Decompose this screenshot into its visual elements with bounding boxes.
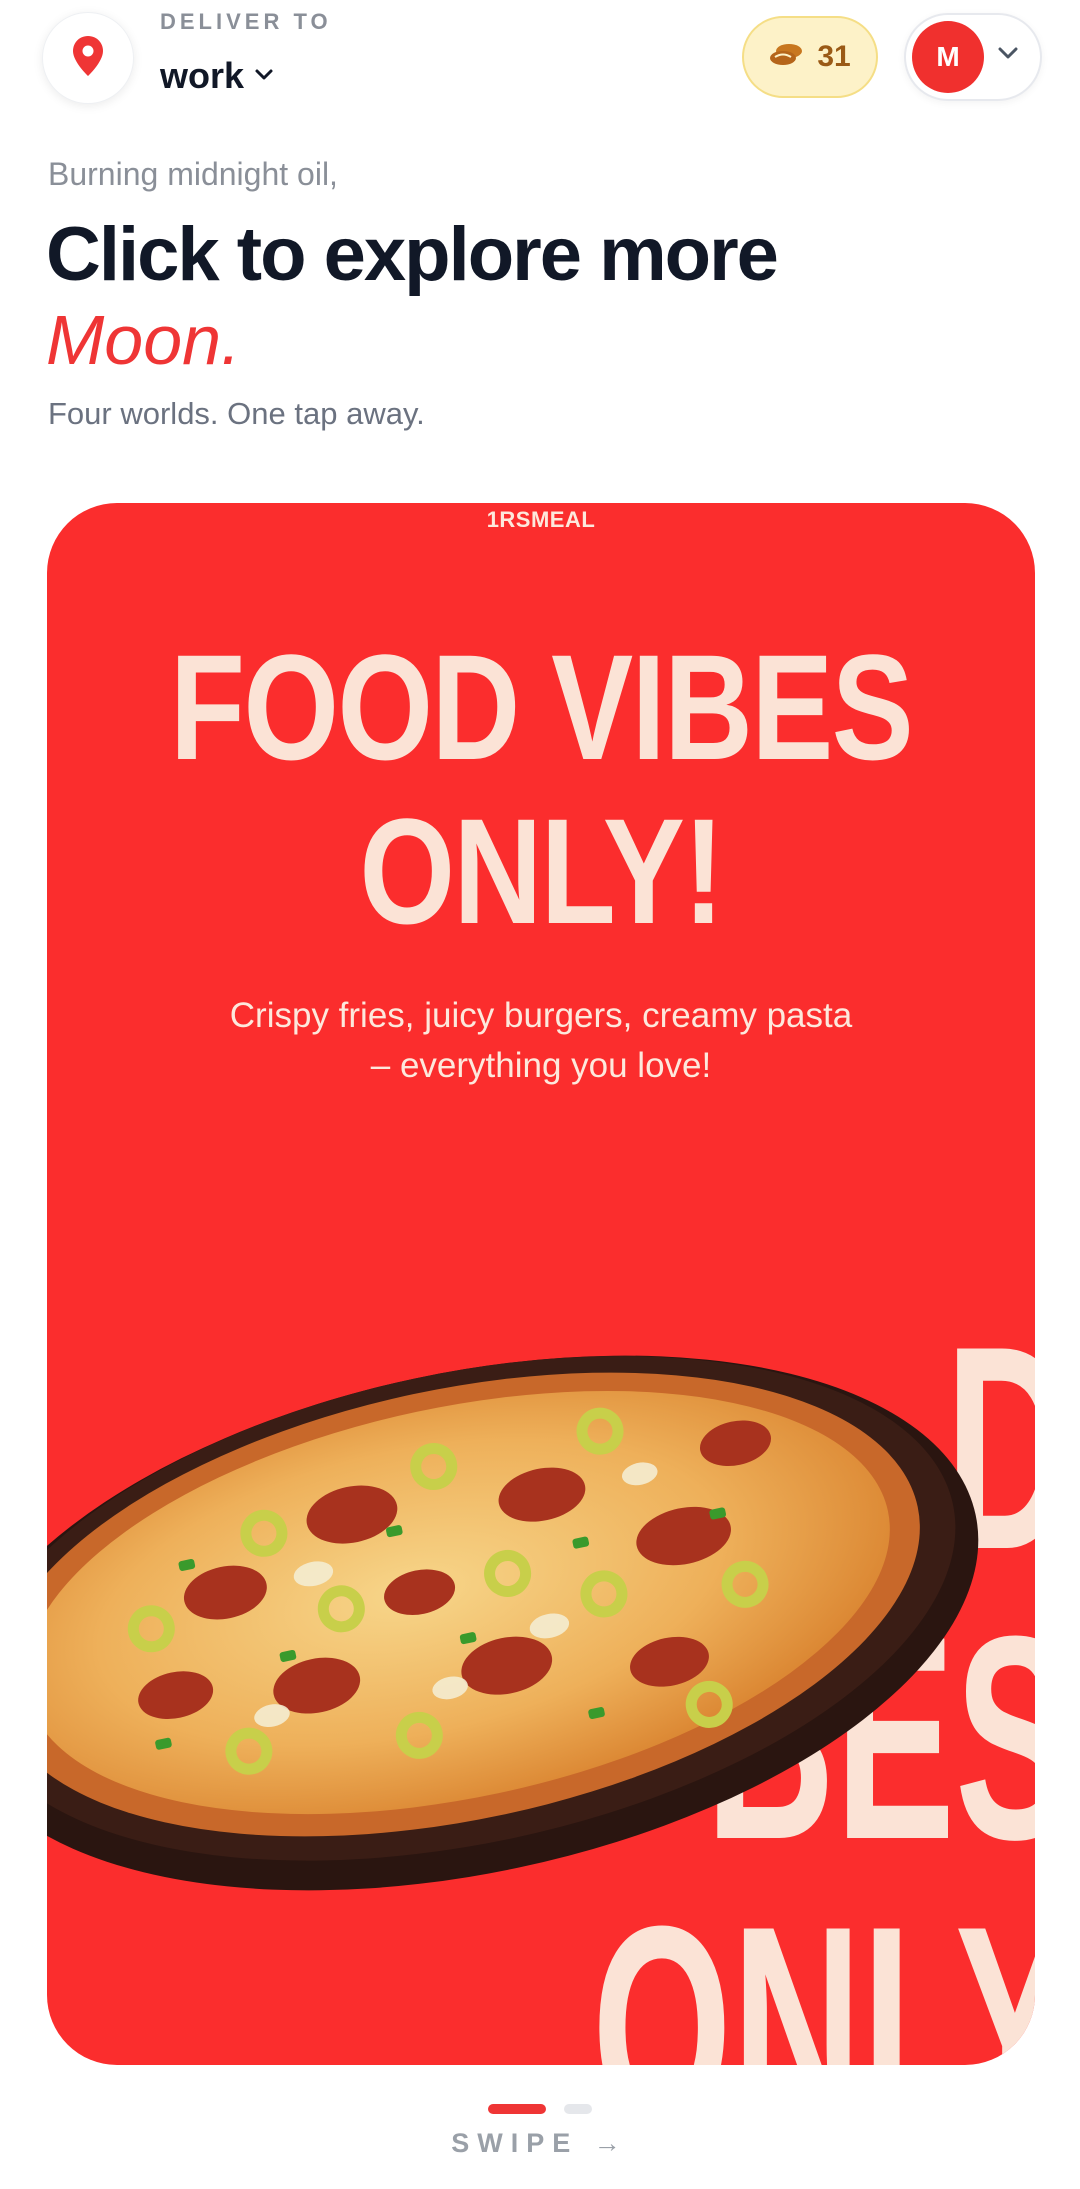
page-title: Click to explore more (46, 212, 779, 297)
pager-dot[interactable] (564, 2104, 592, 2114)
deliver-to-label: DELIVER TO (160, 9, 332, 34)
brand-name: 1RSMEAL (486, 507, 596, 532)
tagline: Four worlds. One tap away. (48, 396, 425, 431)
coins-count: 31 (817, 40, 851, 73)
promo-card[interactable]: D BES ONLY (47, 503, 1035, 2065)
coins-badge[interactable]: 31 (742, 16, 878, 98)
profile-menu-button[interactable]: M (904, 13, 1042, 101)
greeting-text: Burning midnight oil, (48, 156, 338, 192)
location-selector[interactable]: work (160, 52, 274, 100)
chevron-down-icon (254, 67, 274, 86)
promo-title-line-1: FOOD VIBES (169, 623, 914, 791)
promo-subtitle: Crispy fries, juicy burgers, creamy past… (229, 996, 853, 1085)
pager-dot[interactable] (488, 2104, 546, 2114)
avatar: M (912, 21, 984, 93)
map-pin-icon (70, 34, 106, 83)
promo-title: FOOD VIBES ONLY! (136, 625, 946, 953)
accent-word: Moon. (46, 301, 241, 379)
promo-title-line-2: ONLY! (359, 787, 724, 955)
carousel-pager (0, 2104, 1080, 2116)
location-pin-button[interactable] (42, 12, 134, 104)
chevron-down-icon (996, 45, 1020, 66)
swipe-hint: SWIPE → (451, 2128, 629, 2158)
coins-icon (769, 41, 805, 74)
location-name: work (160, 55, 245, 96)
